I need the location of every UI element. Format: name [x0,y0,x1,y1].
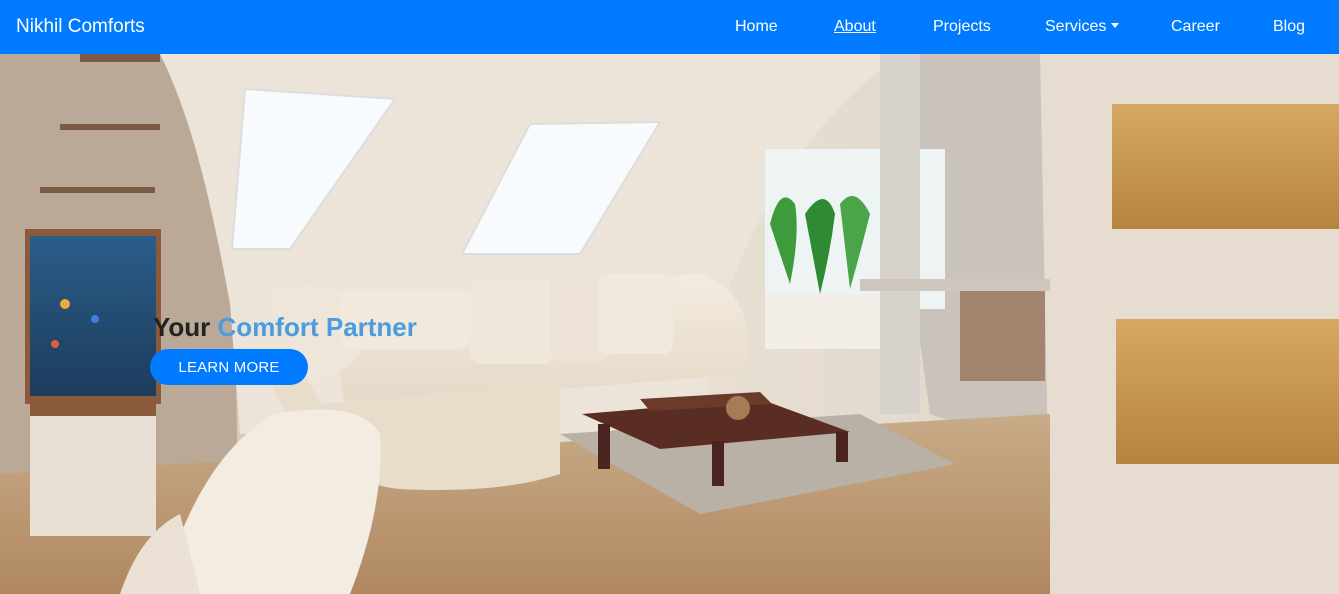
nav-home[interactable]: Home [735,17,778,37]
navbar: Nikhil Comforts Home About Projects Serv… [0,0,1339,54]
learn-more-button[interactable]: LEARN MORE [150,349,308,385]
caret-down-icon [1111,23,1120,28]
nav-about[interactable]: About [834,17,876,37]
headline-prefix: Your [153,312,211,342]
hero-headline: Your Comfort Partner [153,312,417,342]
hero-section: Your Comfort Partner LEARN MORE [0,54,1339,594]
nav-services-dropdown[interactable]: Services [1045,17,1120,37]
headline-accent: Comfort Partner [217,312,417,342]
nav-blog[interactable]: Blog [1273,17,1305,37]
nav-projects[interactable]: Projects [933,17,991,37]
brand-link[interactable]: Nikhil Comforts [16,14,145,40]
nav-career[interactable]: Career [1171,17,1220,37]
nav-services-label: Services [1045,18,1107,35]
